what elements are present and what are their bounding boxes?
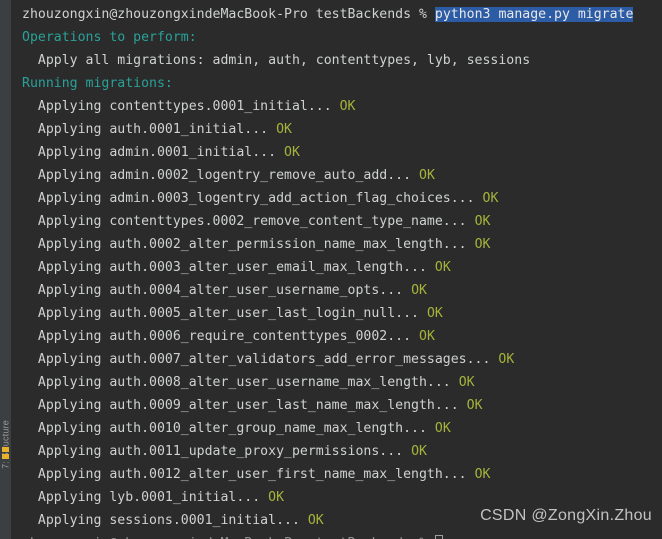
- tool-window-strip: 7: Structure 2: Favorites: [0, 0, 12, 539]
- migration-label: Applying auth.0004_alter_user_username_o…: [22, 283, 404, 298]
- migration-status: OK: [466, 398, 483, 413]
- migration-gap: [268, 122, 276, 137]
- prompt-symbol: %: [419, 7, 427, 22]
- migration-line: Applying auth.0011_update_proxy_permissi…: [12, 440, 662, 463]
- migration-status: OK: [458, 375, 475, 390]
- migration-line: Applying auth.0004_alter_user_username_o…: [12, 279, 662, 302]
- migration-line: Applying auth.0010_alter_group_name_max_…: [12, 417, 662, 440]
- prompt-space-2: [411, 7, 419, 22]
- migration-line: Applying contenttypes.0002_remove_conten…: [12, 210, 662, 233]
- migration-status: OK: [411, 283, 427, 298]
- migration-gap: [419, 306, 427, 321]
- migration-status: OK: [434, 260, 451, 275]
- migration-label: Applying auth.0011_update_proxy_permissi…: [22, 444, 404, 459]
- running-heading-line: Running migrations:: [12, 72, 662, 95]
- migration-gap: [451, 375, 459, 390]
- migration-label: Applying auth.0010_alter_group_name_max_…: [22, 421, 427, 436]
- tool-button-structure[interactable]: 7: Structure: [0, 420, 10, 469]
- selected-command[interactable]: python3 manage.py migrate: [434, 7, 634, 22]
- migration-gap: [467, 467, 475, 482]
- terminal-window: 7: Structure 2: Favorites zhouzongxin@zh…: [0, 0, 662, 539]
- migration-label: Applying auth.0007_alter_validators_add_…: [22, 352, 491, 367]
- migration-line: Applying auth.0001_initial... OK: [12, 118, 662, 141]
- migration-status: OK: [434, 421, 451, 436]
- migration-label: Applying auth.0008_alter_user_username_m…: [22, 375, 451, 390]
- migration-label: Applying auth.0003_alter_user_email_max_…: [22, 260, 427, 275]
- migration-status: OK: [498, 352, 515, 367]
- migration-line: Applying auth.0003_alter_user_email_max_…: [12, 256, 662, 279]
- migration-status: OK: [419, 329, 435, 344]
- migration-label: Applying auth.0001_initial...: [22, 122, 269, 137]
- migration-gap: [411, 168, 419, 183]
- migration-line: Applying sessions.0001_initial... OK: [12, 509, 662, 532]
- migration-line: Applying contenttypes.0001_initial... OK: [12, 95, 662, 118]
- migration-line: Applying admin.0001_initial... OK: [12, 141, 662, 164]
- migration-label: Applying contenttypes.0002_remove_conten…: [22, 214, 467, 229]
- migration-gap: [427, 421, 435, 436]
- migration-gap: [411, 329, 419, 344]
- migration-line: Applying auth.0009_alter_user_last_name_…: [12, 394, 662, 417]
- migration-status: OK: [339, 99, 356, 114]
- migration-gap: [276, 145, 284, 160]
- bookmark-icon[interactable]: [2, 447, 9, 461]
- migration-gap: [260, 490, 268, 505]
- migration-status: OK: [411, 444, 427, 459]
- migration-gap: [332, 99, 340, 114]
- migration-gap: [459, 398, 467, 413]
- migration-status: OK: [284, 145, 300, 160]
- migration-line: Applying auth.0007_alter_validators_add_…: [12, 348, 662, 371]
- prompt-space-3: [427, 7, 435, 22]
- migration-label: Applying auth.0006_require_contenttypes_…: [22, 329, 412, 344]
- operations-heading-line: Operations to perform:: [12, 26, 662, 49]
- migration-line: Applying auth.0005_alter_user_last_login…: [12, 302, 662, 325]
- migration-gap: [427, 260, 435, 275]
- migration-status: OK: [482, 191, 499, 206]
- migration-line: Applying auth.0002_alter_permission_name…: [12, 233, 662, 256]
- migration-line: Applying lyb.0001_initial... OK: [12, 486, 662, 509]
- prompt-line: zhouzongxin@zhouzongxindeMacBook-Pro tes…: [12, 3, 662, 26]
- migration-label: Applying auth.0012_alter_user_first_name…: [22, 467, 467, 482]
- migration-label: Applying lyb.0001_initial...: [22, 490, 261, 505]
- migration-status: OK: [474, 214, 491, 229]
- apply-summary-text: Apply all migrations: admin, auth, conte…: [22, 53, 531, 68]
- migration-line: Applying admin.0002_logentry_remove_auto…: [12, 164, 662, 187]
- migration-label: Applying admin.0003_logentry_add_action_…: [22, 191, 475, 206]
- migration-status: OK: [307, 513, 324, 528]
- migration-gap: [475, 191, 483, 206]
- migration-status: OK: [426, 306, 443, 321]
- migration-label: Applying admin.0002_logentry_remove_auto…: [22, 168, 412, 183]
- migration-label: Applying sessions.0001_initial...: [22, 513, 300, 528]
- migration-status: OK: [474, 237, 491, 252]
- migration-gap: [403, 444, 411, 459]
- migration-line: Applying auth.0012_alter_user_first_name…: [12, 463, 662, 486]
- operations-heading: Operations to perform:: [22, 30, 197, 45]
- migration-label: Applying auth.0002_alter_permission_name…: [22, 237, 467, 252]
- block-cursor-icon: [434, 535, 443, 539]
- migration-label: Applying admin.0001_initial...: [22, 145, 277, 160]
- migration-status: OK: [419, 168, 435, 183]
- migration-status: OK: [474, 467, 491, 482]
- migration-status: OK: [268, 490, 285, 505]
- migration-line: Applying admin.0003_logentry_add_action_…: [12, 187, 662, 210]
- terminal-output-pane[interactable]: zhouzongxin@zhouzongxindeMacBook-Pro tes…: [12, 0, 662, 539]
- running-heading: Running migrations:: [22, 76, 173, 91]
- apply-summary-line: Apply all migrations: admin, auth, conte…: [12, 49, 662, 72]
- migration-label: Applying auth.0009_alter_user_last_name_…: [22, 398, 459, 413]
- prompt-directory: testBackends: [315, 7, 412, 22]
- migration-line: Applying auth.0006_require_contenttypes_…: [12, 325, 662, 348]
- migration-gap: [300, 513, 308, 528]
- migration-line: Applying auth.0008_alter_user_username_m…: [12, 371, 662, 394]
- migration-status: OK: [276, 122, 292, 137]
- prompt-space-1: [308, 7, 316, 22]
- migration-label: Applying auth.0005_alter_user_last_login…: [22, 306, 419, 321]
- prompt-user-host: zhouzongxin@zhouzongxindeMacBook-Pro: [22, 7, 308, 22]
- final-prompt-line: zhouzongxin@zhouzongxindeMacBook-Pro tes…: [12, 532, 662, 539]
- migration-list: Applying contenttypes.0001_initial... OK…: [12, 95, 662, 532]
- migration-gap: [467, 214, 475, 229]
- migration-label: Applying contenttypes.0001_initial...: [22, 99, 332, 114]
- migration-gap: [467, 237, 475, 252]
- migration-gap: [403, 283, 411, 298]
